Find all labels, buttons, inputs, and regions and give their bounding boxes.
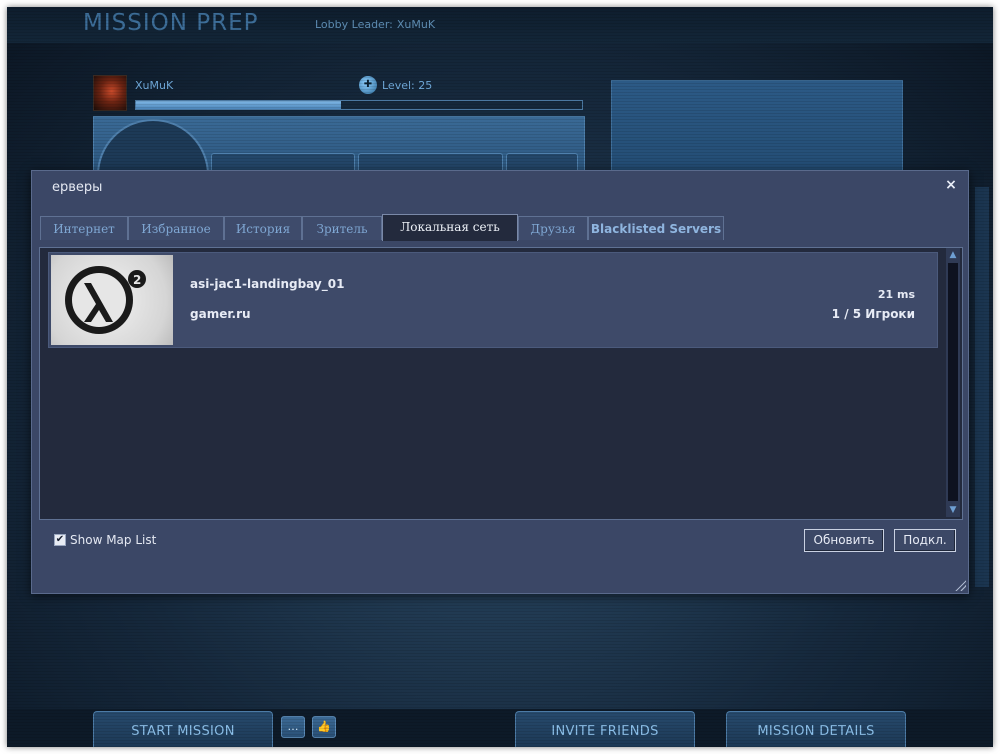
scroll-track[interactable] [948, 263, 958, 501]
tab-blacklisted[interactable]: Blacklisted Servers [588, 216, 724, 240]
tab-spectator[interactable]: Зритель [302, 216, 382, 240]
server-map-name: asi-jac1-landingbay_01 [190, 277, 345, 291]
player-row: XuMuK ✚ Level: 25 [93, 75, 583, 115]
scroll-down-icon[interactable]: ▼ [946, 503, 960, 517]
level-text: Level: 25 [382, 79, 433, 92]
resize-grip-icon[interactable] [954, 579, 966, 591]
server-list: 2 asi-jac1-landingbay_01 gamer.ru 21 ms … [39, 247, 963, 520]
tab-internet[interactable]: Интернет [40, 216, 128, 240]
svg-text:2: 2 [133, 273, 141, 287]
close-icon[interactable]: × [943, 177, 959, 193]
start-mission-button[interactable]: START MISSION [93, 711, 273, 747]
server-player-count: 1 / 5 Игроки [831, 307, 915, 321]
server-ping: 21 ms [877, 289, 915, 298]
server-browser-dialog: ерверы × Интернет Избранное История Зрит… [31, 170, 969, 594]
side-panel [975, 187, 989, 587]
level-badge-icon: ✚ [359, 76, 377, 94]
server-list-scrollbar[interactable]: ▲ ▼ [946, 248, 960, 517]
invite-friends-button[interactable]: INVITE FRIENDS [515, 711, 695, 747]
top-bar: MISSION PREP Lobby Leader: XuMuK [7, 7, 993, 43]
server-row[interactable]: 2 asi-jac1-landingbay_01 gamer.ru 21 ms … [48, 252, 938, 348]
lobby-leader-info: Lobby Leader: XuMuK [315, 18, 435, 31]
tab-lan[interactable]: Локальная сеть [382, 214, 518, 241]
avatar[interactable] [93, 75, 127, 111]
tab-favorites[interactable]: Избранное [128, 216, 224, 240]
show-map-list-label[interactable]: Show Map List [70, 533, 156, 547]
tab-history[interactable]: История [224, 216, 302, 240]
mission-details-button[interactable]: MISSION DETAILS [726, 711, 906, 747]
player-name[interactable]: XuMuK [135, 79, 173, 92]
xp-progress-bar [135, 100, 583, 110]
half-life-2-logo-icon: 2 [51, 255, 173, 345]
lobby-leader-label: Lobby Leader: [315, 18, 393, 31]
dialog-title: ерверы [52, 180, 103, 195]
page-title: MISSION PREP [83, 10, 259, 36]
refresh-button[interactable]: Обновить [804, 529, 884, 552]
mission-info-panel [611, 80, 903, 178]
show-map-list-checkbox[interactable]: ✔ [54, 534, 66, 546]
xp-progress-fill [136, 101, 342, 109]
lobby-leader-name: XuMuK [396, 18, 436, 31]
thumbs-up-icon[interactable]: 👍 [312, 716, 336, 738]
connect-button[interactable]: Подкл. [894, 529, 956, 552]
server-host-name: gamer.ru [190, 307, 251, 321]
chat-bubble-icon[interactable]: … [281, 716, 305, 738]
tab-friends[interactable]: Друзья [518, 216, 588, 240]
scroll-up-icon[interactable]: ▲ [946, 248, 960, 262]
